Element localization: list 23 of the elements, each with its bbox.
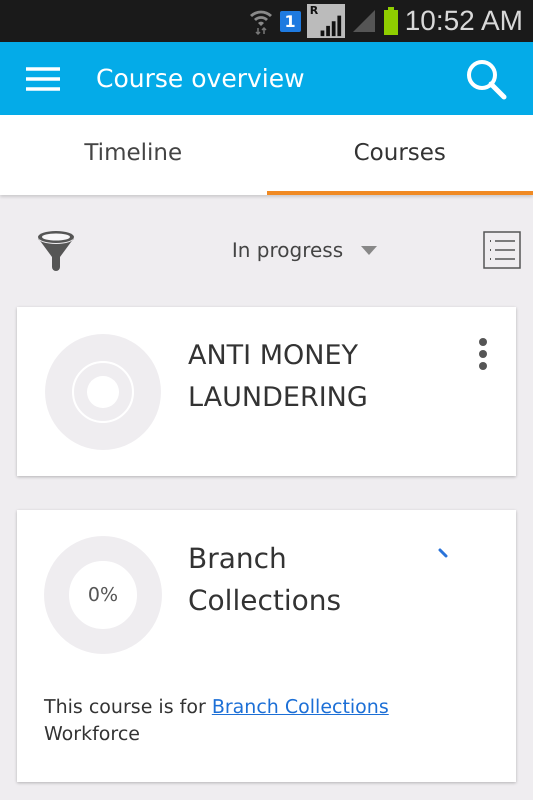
filter-icon[interactable] xyxy=(36,229,76,271)
course-card[interactable]: 0% Branch Collections This course is for Branch Collections Workforce xyxy=(17,510,516,782)
roaming-indicator: R xyxy=(310,4,318,17)
sim-badge: 1 xyxy=(280,10,301,32)
tab[interactable]: Courses xyxy=(266,115,533,195)
tab[interactable]: Timeline xyxy=(0,115,266,195)
list-view-icon[interactable] xyxy=(483,231,521,269)
caret-icon xyxy=(361,246,378,254)
menu-icon[interactable] xyxy=(26,66,60,90)
battery-icon xyxy=(382,6,399,36)
course-title: ANTI MONEY LAUNDERING xyxy=(188,339,369,415)
loading-spinner-icon xyxy=(438,548,448,558)
clock: 10:52 AM xyxy=(404,5,523,37)
course-card[interactable]: ANTI MONEY LAUNDERING xyxy=(17,307,516,476)
status-dropdown[interactable]: In progress xyxy=(232,238,378,262)
app-title: Course overview xyxy=(96,64,306,93)
more-options-icon[interactable] xyxy=(478,337,488,371)
progress-percent: 0% xyxy=(88,584,118,606)
signal-icon xyxy=(350,9,377,33)
course-title: Branch Collections xyxy=(188,541,342,619)
audience-link[interactable]: Branch Collections xyxy=(212,696,389,718)
search-icon[interactable] xyxy=(465,58,507,100)
course-description: This course is for Branch Collections Workforce xyxy=(44,695,390,747)
